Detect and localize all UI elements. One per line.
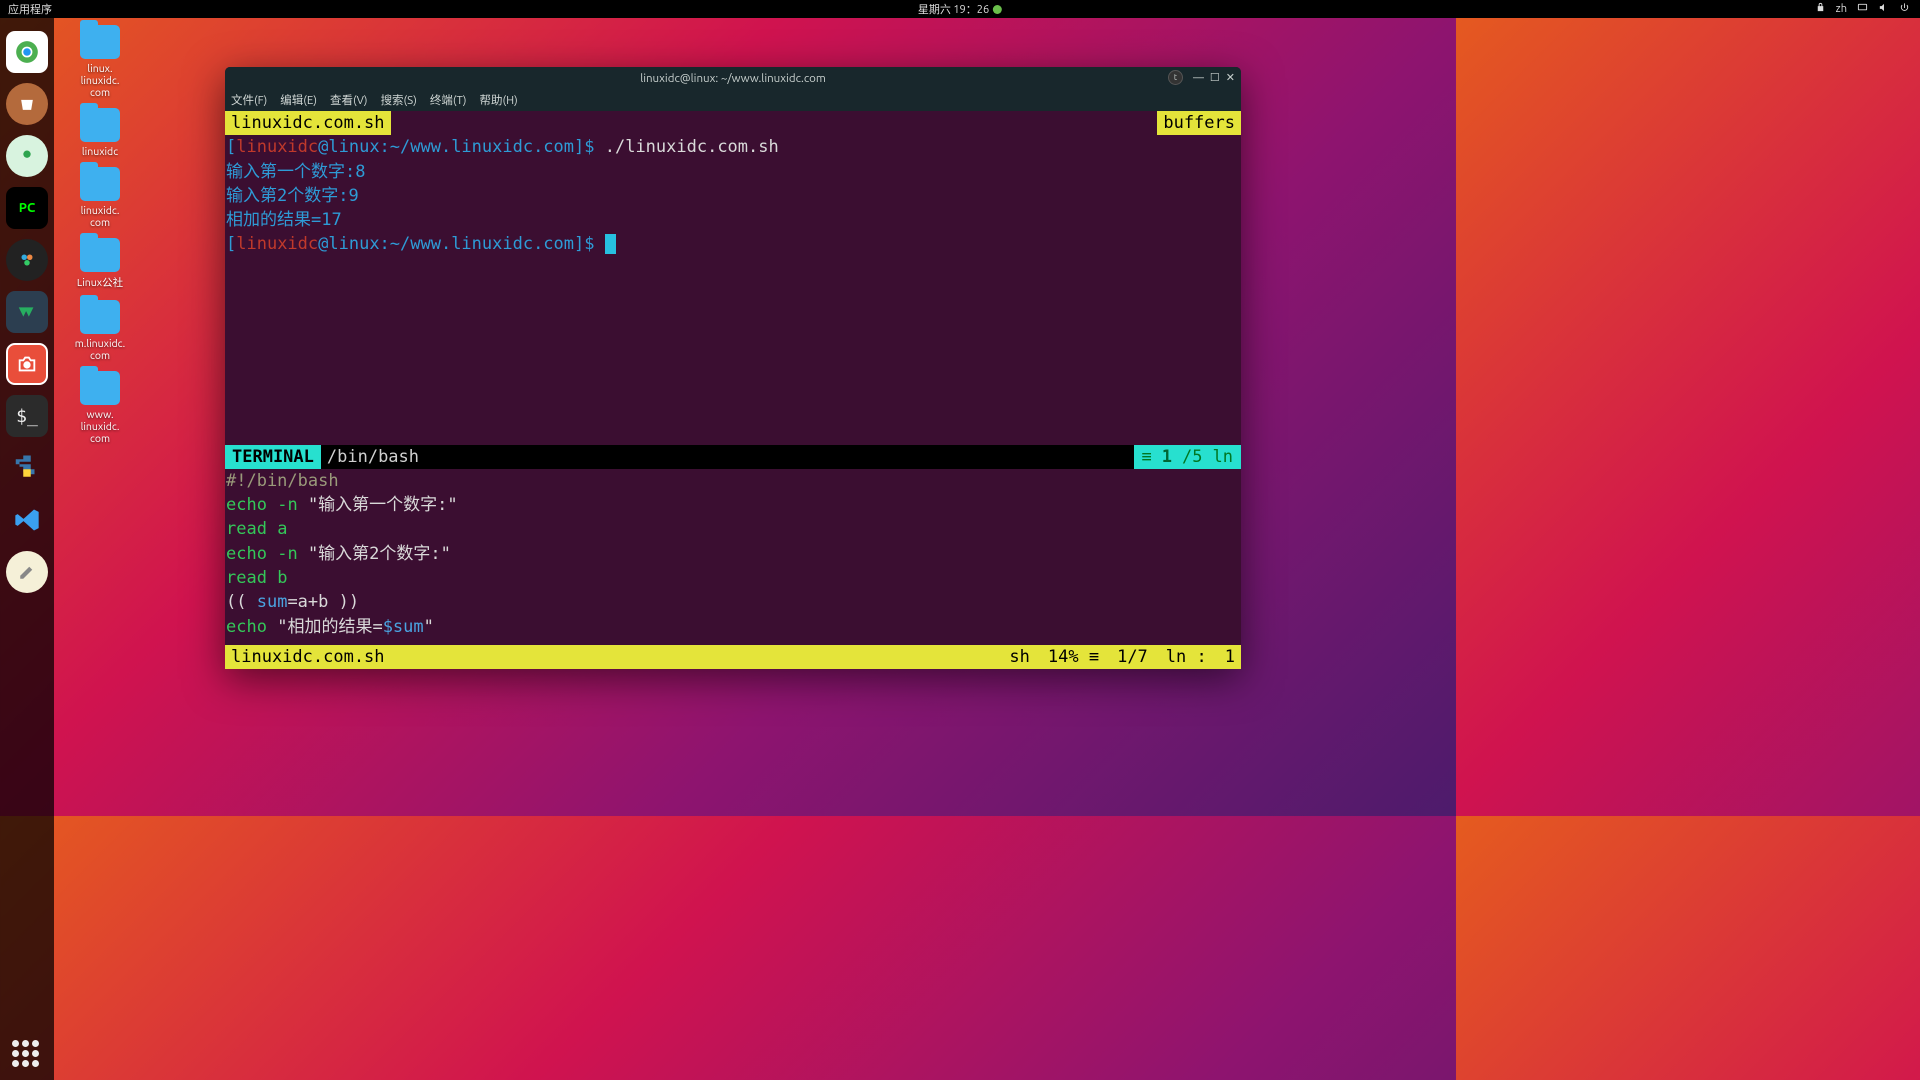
apps-grid-button[interactable] (12, 1040, 42, 1070)
output-line: 输入第一个数字:8 (226, 160, 1240, 184)
status-percent: 14% ≡ (1048, 645, 1099, 669)
scroll-glyph-icon: ≡ (1142, 445, 1152, 469)
code-op: (( (226, 592, 257, 612)
vim-statusline-bottom: linuxidc.com.sh sh 14% ≡ 1/7 ln : 1 (225, 645, 1241, 669)
gnome-topbar: 应用程序 星期六 19：26 zh (0, 0, 1920, 18)
window-titlebar[interactable]: linuxidc@linux: ~/www.linuxidc.com t — ☐… (225, 67, 1241, 89)
desktop-folder-label: linux. linuxidc. com (60, 62, 140, 98)
vim-statusline-top: TERMINAL /bin/bash ≡ 1 /5 ln (225, 445, 1241, 469)
ime-indicator[interactable]: zh (1836, 3, 1847, 15)
menu-search[interactable]: 搜索(S) (381, 92, 417, 108)
minimize-button[interactable]: — (1193, 72, 1204, 84)
code-var: $sum (383, 617, 424, 637)
code-opt: -n (277, 544, 297, 564)
status-filetype: sh (1009, 645, 1029, 669)
clock[interactable]: 星期六 19：26 (918, 1, 1002, 17)
menu-help[interactable]: 帮助(H) (479, 92, 517, 108)
code-var: b (277, 568, 287, 588)
status-position: 1/7 (1117, 645, 1148, 669)
code-shebang: #!/bin/bash (226, 471, 339, 491)
menu-file[interactable]: 文件(F) (231, 92, 267, 108)
display-icon[interactable] (1857, 2, 1868, 16)
status-file: linuxidc.com.sh (231, 645, 1009, 669)
menubar: 文件(F) 编辑(E) 查看(V) 搜索(S) 终端(T) 帮助(H) (225, 89, 1241, 111)
desktop-folder[interactable]: m.linuxidc. com (60, 300, 140, 361)
code-kw: read (226, 568, 267, 588)
dock-terminal[interactable]: $_ (6, 395, 48, 437)
clock-text: 星期六 19：26 (918, 1, 989, 17)
volume-icon[interactable] (1878, 2, 1889, 16)
output-line: 相加的结果=17 (226, 208, 1240, 232)
code-opt: -n (277, 495, 297, 515)
prompt-user: linuxidc (236, 234, 318, 254)
mode-badge: TERMINAL (225, 445, 321, 469)
dock-obs[interactable] (6, 239, 48, 281)
vim-tab[interactable]: linuxidc.com.sh (225, 111, 391, 135)
menu-terminal[interactable]: 终端(T) (430, 92, 467, 108)
desktop-folder[interactable]: linuxidc (60, 108, 140, 157)
window-title: linuxidc@linux: ~/www.linuxidc.com (640, 72, 826, 85)
code-var: a (277, 519, 287, 539)
code-kw: read (226, 519, 267, 539)
desktop-folder[interactable]: www. linuxidc. com (60, 371, 140, 444)
code-kw: echo (226, 544, 267, 564)
dock-pycharm[interactable]: PC (6, 187, 48, 229)
output-line: 输入第2个数字:9 (226, 184, 1240, 208)
vim-tabline: linuxidc.com.sh buffers (225, 111, 1241, 135)
activities-button[interactable]: 应用程序 (0, 1, 52, 17)
dock-chrome[interactable] (6, 31, 48, 73)
prompt-host: @linux:~/www.linuxidc.com (318, 234, 574, 254)
code-str: " (424, 617, 434, 637)
status-mode: ln (1213, 445, 1233, 469)
lock-icon[interactable] (1815, 2, 1826, 16)
desktop-folder-label: linuxidc (60, 145, 140, 157)
editor-pane[interactable]: #!/bin/bash echo -n "输入第一个数字:" read a ec… (225, 469, 1241, 645)
app-indicator-icon[interactable]: t (1168, 70, 1183, 85)
desktop-folder-label: m.linuxidc. com (60, 337, 140, 361)
prompt-host: @linux:~/www.linuxidc.com (318, 137, 574, 157)
code-kw: echo (226, 617, 267, 637)
cursor-icon (605, 234, 616, 254)
desktop-folder[interactable]: Linux公社 (60, 238, 140, 290)
vim-buffers-label[interactable]: buffers (1157, 111, 1241, 135)
code-str: "相加的结果= (277, 617, 382, 637)
terminal-output-pane[interactable]: [linuxidc@linux:~/www.linuxidc.com]$ ./l… (225, 135, 1241, 256)
terminal-body[interactable]: linuxidc.com.sh buffers [linuxidc@linux:… (225, 111, 1241, 669)
status-col: 1 (1225, 645, 1235, 669)
dock-screenshot[interactable] (6, 343, 48, 385)
desktop-folder-label: www. linuxidc. com (60, 408, 140, 444)
code-op: =a+b )) (287, 592, 359, 612)
status-path: /bin/bash (321, 445, 1134, 469)
desktop: linux. linuxidc. com linuxidc linuxidc. … (60, 25, 140, 454)
status-line-cur: 1 (1162, 447, 1172, 467)
dock-android-studio[interactable] (6, 135, 48, 177)
dock-software[interactable] (6, 83, 48, 125)
desktop-folder-label: Linux公社 (60, 275, 140, 290)
terminal-window: linuxidc@linux: ~/www.linuxidc.com t — ☐… (225, 67, 1241, 669)
close-button[interactable]: ✕ (1226, 71, 1235, 84)
code-str: "输入第一个数字:" (308, 495, 458, 515)
code-str: "输入第2个数字:" (308, 544, 451, 564)
dock-gedit[interactable] (6, 551, 48, 593)
maximize-button[interactable]: ☐ (1210, 71, 1220, 84)
menu-view[interactable]: 查看(V) (330, 92, 368, 108)
code-kw: echo (226, 495, 267, 515)
status-ln-label: ln : (1166, 645, 1207, 669)
desktop-folder-label: linuxidc. com (60, 204, 140, 228)
dock: PC $_ (0, 18, 54, 1080)
desktop-folder[interactable]: linuxidc. com (60, 167, 140, 228)
command-text: ./linuxidc.com.sh (605, 137, 779, 157)
status-line-total: /5 (1182, 445, 1202, 469)
desktop-folder[interactable]: linux. linuxidc. com (60, 25, 140, 98)
code-var: sum (257, 592, 288, 612)
power-icon[interactable] (1899, 2, 1910, 16)
dock-snap-store[interactable] (6, 291, 48, 333)
dock-python[interactable] (6, 447, 48, 489)
prompt-user: linuxidc (236, 137, 318, 157)
menu-edit[interactable]: 编辑(E) (280, 92, 317, 108)
notification-indicator-icon (993, 5, 1002, 14)
dock-vscode[interactable] (6, 499, 48, 541)
